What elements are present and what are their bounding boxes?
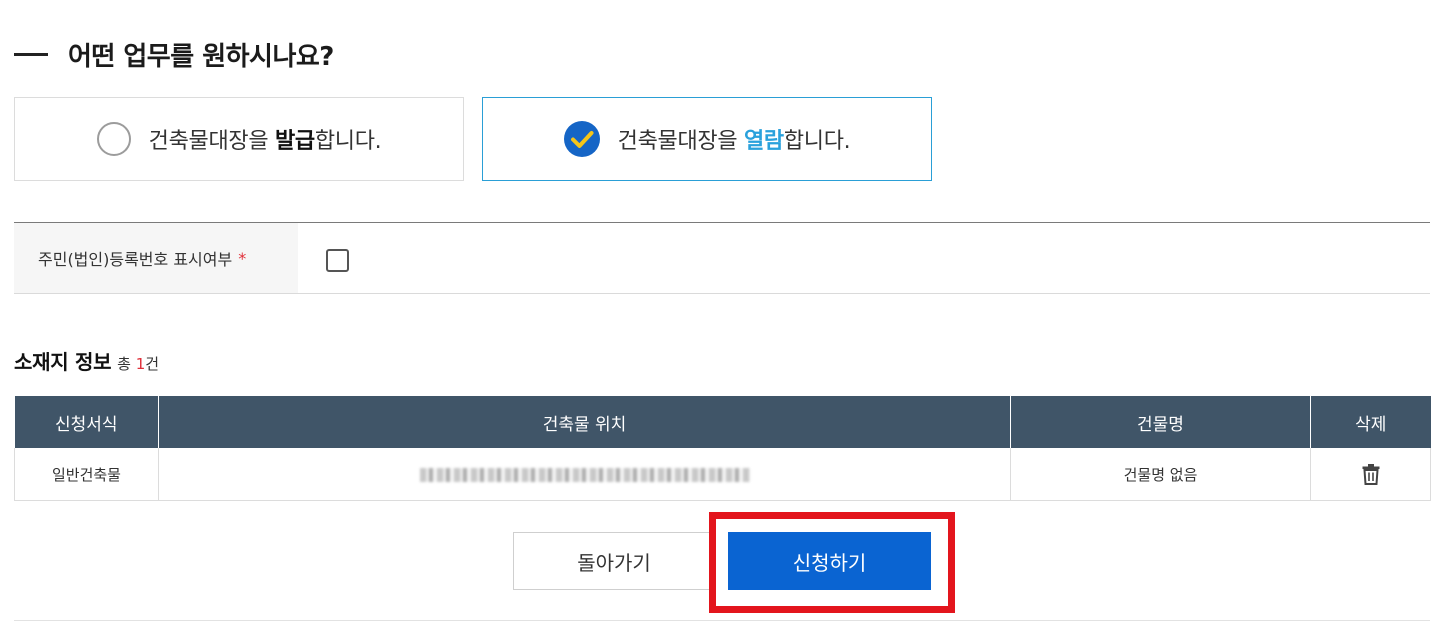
option-view-label: 건축물대장을 열람합니다. <box>617 129 851 154</box>
col-form-type: 신청서식 <box>14 396 159 448</box>
apply-button[interactable]: 신청하기 <box>728 532 931 590</box>
id-display-label: 주민(법인)등록번호 표시여부 * <box>14 223 298 293</box>
location-section-title: 소재지 정보 총 1건 <box>14 346 159 380</box>
question-heading: 어떤 업무를 원하시나요? <box>14 36 334 72</box>
cell-form-type: 일반건축물 <box>14 448 159 501</box>
cell-building-name: 건물명 없음 <box>1010 448 1311 501</box>
id-display-row: 주민(법인)등록번호 표시여부 * <box>14 222 1430 294</box>
trash-icon[interactable] <box>1361 463 1381 485</box>
table-row: 일반건축물 건물명 없음 <box>14 448 1431 501</box>
col-building-name: 건물명 <box>1010 396 1311 448</box>
col-delete: 삭제 <box>1310 396 1431 448</box>
location-table: 신청서식 건축물 위치 건물명 삭제 일반건축물 건물명 없음 <box>14 396 1431 501</box>
radio-unchecked-icon[interactable] <box>96 122 131 156</box>
bottom-divider <box>14 620 1430 621</box>
option-issue[interactable]: 건축물대장을 발급합니다. <box>14 97 464 181</box>
back-button[interactable]: 돌아가기 <box>513 532 715 590</box>
cell-delete <box>1310 448 1431 501</box>
total-count: 총 1건 <box>117 355 160 373</box>
check-circle-icon[interactable] <box>563 121 600 157</box>
heading-dash <box>14 52 48 56</box>
section-title: 소재지 정보 <box>14 350 112 374</box>
id-display-checkbox[interactable] <box>326 249 349 272</box>
required-mark: * <box>238 248 247 268</box>
table-header-row: 신청서식 건축물 위치 건물명 삭제 <box>14 396 1431 448</box>
cell-location <box>158 448 1011 501</box>
redacted-address <box>419 467 750 482</box>
page-title: 어떤 업무를 원하시나요? <box>68 41 334 72</box>
col-location: 건축물 위치 <box>158 396 1011 448</box>
option-issue-label: 건축물대장을 발급합니다. <box>148 129 382 154</box>
option-view[interactable]: 건축물대장을 열람합니다. <box>482 97 932 181</box>
